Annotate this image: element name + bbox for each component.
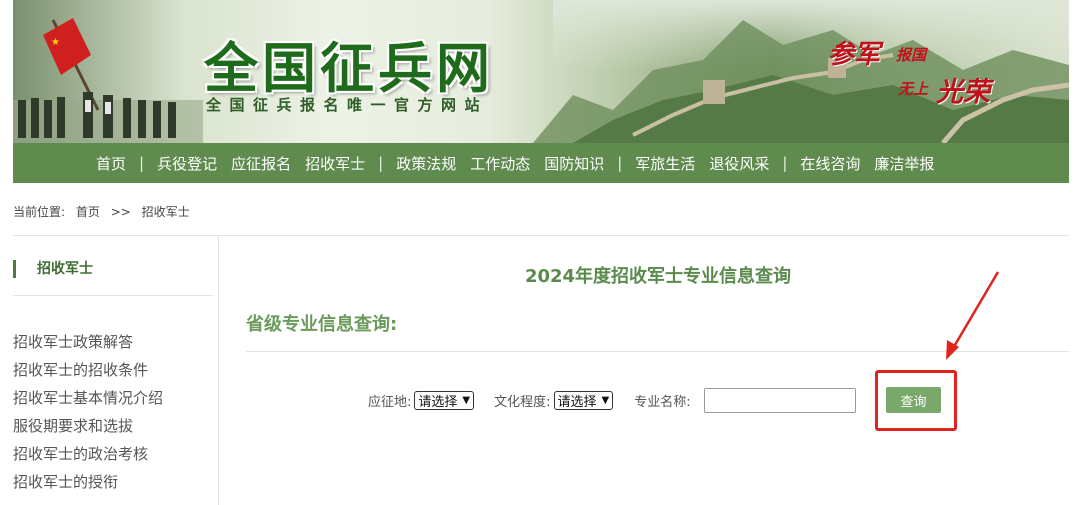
slogan-part3: 无上	[898, 80, 929, 98]
region-label: 应征地:	[368, 394, 412, 410]
sidebar-item-rank-conferral[interactable]: 招收军士的授衔	[13, 468, 163, 496]
nav-online-consult[interactable]: 在线咨询	[793, 153, 867, 174]
breadcrumb-home[interactable]: 首页	[76, 205, 100, 219]
major-name-input[interactable]	[703, 387, 856, 413]
chevron-down-icon: ▼	[601, 394, 610, 406]
sidebar-item-political-review[interactable]: 招收军士的政治考核	[13, 440, 163, 468]
site-banner: ★ 全国征兵网 全国征兵报名唯一官方网站 参军 报国 无上 光荣	[13, 0, 1069, 143]
nav-military-registration[interactable]: 兵役登记	[150, 153, 224, 174]
region-select[interactable]: 请选择 ▼	[414, 390, 475, 410]
nav-home[interactable]: 首页	[89, 153, 133, 174]
nav-integrity-report[interactable]: 廉洁举报	[867, 153, 941, 174]
nav-separator: |	[617, 154, 623, 172]
sidebar-divider	[13, 295, 213, 296]
svg-text:★: ★	[51, 37, 60, 48]
nav-defense-knowledge[interactable]: 国防知识	[537, 153, 611, 174]
education-select[interactable]: 请选择 ▼	[553, 390, 614, 410]
site-title: 全国征兵网	[204, 37, 494, 100]
sidebar-item-service-requirements[interactable]: 服役期要求和选拔	[13, 412, 163, 440]
sidebar-list: 招收军士政策解答 招收军士的招收条件 招收军士基本情况介绍 服役期要求和选拔 招…	[13, 328, 163, 496]
sidebar-item-policy-answers[interactable]: 招收军士政策解答	[13, 328, 163, 356]
sidebar-item-overview[interactable]: 招收军士基本情况介绍	[13, 384, 163, 412]
nav-nco-recruitment[interactable]: 招收军士	[298, 153, 372, 174]
slogan-part2: 报国	[896, 46, 927, 64]
sidebar-title: 招收军士	[13, 260, 93, 278]
nav-military-life[interactable]: 军旅生活	[628, 153, 702, 174]
site-subtitle: 全国征兵报名唯一官方网站	[206, 96, 489, 114]
nav-separator: |	[378, 154, 384, 172]
highlight-annotation-box	[875, 370, 957, 431]
chevron-down-icon: ▼	[462, 394, 471, 406]
breadcrumb: 当前位置: 首页 >> 招收军士	[13, 203, 197, 220]
nav-policies[interactable]: 政策法规	[389, 153, 463, 174]
region-select-value: 请选择	[418, 394, 458, 410]
slogan-part1: 参军	[828, 40, 881, 70]
sidebar: 招收军士 招收军士政策解答 招收军士的招收条件 招收军士基本情况介绍 服役期要求…	[13, 236, 219, 505]
slogan-part4: 光荣	[936, 77, 990, 108]
nav-separator: |	[782, 154, 788, 172]
nav-enlistment-signup[interactable]: 应征报名	[224, 153, 298, 174]
major-label: 专业名称:	[634, 394, 691, 410]
nav-veterans[interactable]: 退役风采	[702, 153, 776, 174]
education-select-value: 请选择	[557, 394, 597, 410]
page-title: 2024年度招收军士专业信息查询	[524, 266, 792, 287]
honor-guard-flag-image: ★	[18, 18, 176, 138]
education-label: 文化程度:	[494, 394, 551, 410]
breadcrumb-current[interactable]: 招收军士	[142, 205, 190, 219]
nav-separator: |	[139, 154, 145, 172]
breadcrumb-label: 当前位置:	[13, 205, 66, 219]
sidebar-item-conditions[interactable]: 招收军士的招收条件	[13, 356, 163, 384]
section-title: 省级专业信息查询:	[246, 314, 398, 335]
slogan: 参军 报国 无上 光荣	[828, 34, 1008, 114]
breadcrumb-arrow: >>	[110, 205, 131, 219]
nav-work-news[interactable]: 工作动态	[463, 153, 537, 174]
section-divider	[246, 351, 1069, 352]
main-nav: 首页 | 兵役登记 应征报名 招收军士 | 政策法规 工作动态 国防知识 | 军…	[13, 143, 1069, 183]
query-form: 应征地: 请选择 ▼ 文化程度: 请选择 ▼ 专业名称:	[368, 387, 856, 413]
